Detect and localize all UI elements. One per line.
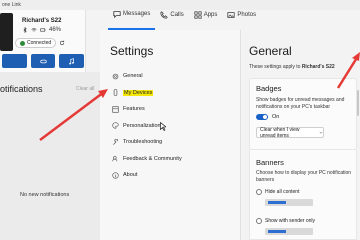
red-arrow-icon: [39, 89, 108, 141]
red-arrow-icon: [336, 52, 360, 89]
annotation-overlay: [39, 52, 360, 141]
phone-link-window: one Link Messages Calls Apps Photos Rich…: [0, 0, 360, 240]
